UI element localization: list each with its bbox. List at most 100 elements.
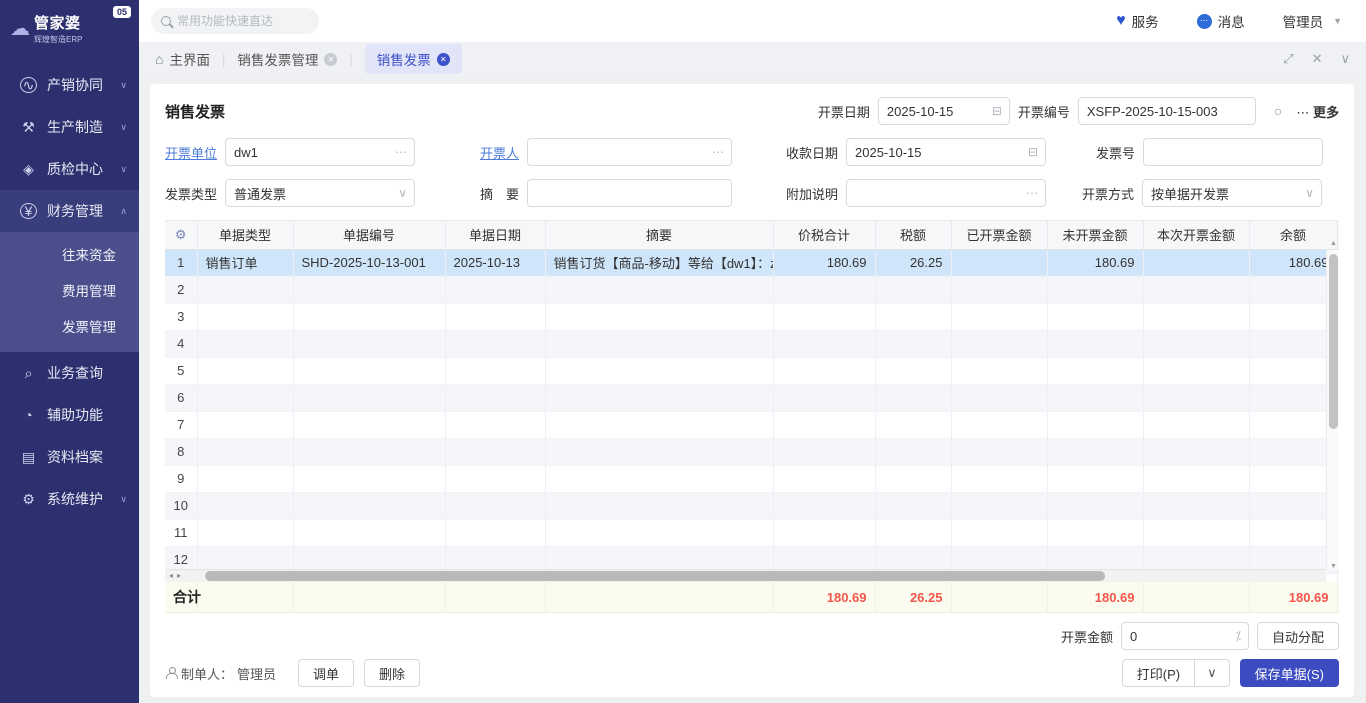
cell-date[interactable] (445, 411, 545, 438)
sidebar-item-invoice-mgmt[interactable]: 发票管理 (0, 310, 139, 346)
cell-no[interactable] (293, 330, 445, 357)
refresh-icon[interactable]: ○ (1274, 103, 1282, 119)
header-doc-date[interactable]: 单据日期 (445, 221, 545, 249)
header-uninvoiced[interactable]: 未开票金额 (1047, 221, 1143, 249)
cell-total[interactable] (773, 438, 875, 465)
more-button[interactable]: ⋯ 更多 (1296, 102, 1339, 121)
cell-invoiced[interactable] (951, 330, 1047, 357)
cell-tax[interactable] (875, 303, 951, 330)
cell-current[interactable] (1143, 519, 1249, 546)
ellipsis-picker-icon[interactable]: ⋯ (1026, 186, 1038, 200)
quick-search[interactable] (151, 8, 319, 34)
table-row[interactable]: 4 (165, 330, 1339, 357)
cell-date[interactable] (445, 465, 545, 492)
table-row[interactable]: 7 (165, 411, 1339, 438)
cell-num[interactable]: 1 (165, 249, 197, 276)
cell-invoiced[interactable] (951, 249, 1047, 276)
table-row[interactable]: 6 (165, 384, 1339, 411)
cell-current[interactable] (1143, 492, 1249, 519)
cell-tax[interactable] (875, 465, 951, 492)
sidebar-item-manufacturing[interactable]: ⚒ 生产制造 ∨ (0, 106, 139, 148)
cell-uninvoiced[interactable] (1047, 330, 1143, 357)
header-current[interactable]: 本次开票金额 (1143, 221, 1249, 249)
cell-summary[interactable] (545, 357, 773, 384)
cell-num[interactable]: 3 (165, 303, 197, 330)
chevron-down-icon[interactable]: ∨ (398, 186, 407, 200)
cell-total[interactable] (773, 357, 875, 384)
table-row[interactable]: 5 (165, 357, 1339, 384)
cell-tax[interactable] (875, 330, 951, 357)
sidebar-item-business-query[interactable]: ⌕ 业务查询 (0, 352, 139, 394)
cell-type[interactable]: 销售订单 (197, 249, 293, 276)
cell-type[interactable] (197, 384, 293, 411)
cell-date[interactable]: 2025-10-13 (445, 249, 545, 276)
cell-uninvoiced[interactable] (1047, 492, 1143, 519)
ellipsis-picker-icon[interactable]: ⋯ (712, 145, 724, 159)
cell-invoiced[interactable] (951, 276, 1047, 303)
cell-type[interactable] (197, 276, 293, 303)
cell-current[interactable] (1143, 249, 1249, 276)
billing-method-value[interactable] (1143, 186, 1321, 201)
billing-method-select[interactable]: ∨ (1142, 179, 1322, 207)
cell-summary[interactable] (545, 492, 773, 519)
cell-tax[interactable] (875, 411, 951, 438)
vertical-scrollbar[interactable]: ▲ ▼ (1326, 250, 1339, 569)
cell-current[interactable] (1143, 303, 1249, 330)
tab-home[interactable]: 主界面 (169, 49, 210, 69)
cell-total[interactable] (773, 411, 875, 438)
cell-summary[interactable] (545, 330, 773, 357)
header-summary[interactable]: 摘要 (545, 221, 773, 249)
cell-balance[interactable]: 180.69 (1249, 249, 1337, 276)
sidebar-item-aux-functions[interactable]: ◔ 辅助功能 (0, 394, 139, 436)
cell-invoiced[interactable] (951, 519, 1047, 546)
cell-current[interactable] (1143, 330, 1249, 357)
auto-assign-button[interactable]: 自动分配 (1257, 622, 1339, 650)
cell-summary[interactable] (545, 276, 773, 303)
cell-tax[interactable] (875, 357, 951, 384)
cell-balance[interactable] (1249, 276, 1337, 303)
cell-tax[interactable] (875, 438, 951, 465)
cell-date[interactable] (445, 519, 545, 546)
cell-type[interactable] (197, 303, 293, 330)
cell-summary[interactable] (545, 519, 773, 546)
table-row[interactable]: 2 (165, 276, 1339, 303)
cell-balance[interactable] (1249, 438, 1337, 465)
cell-uninvoiced[interactable] (1047, 303, 1143, 330)
header-doc-no[interactable]: 单据编号 (293, 221, 445, 249)
calendar-icon[interactable]: ⊟ (992, 104, 1002, 118)
tab-sales-invoice[interactable]: 销售发票 ✕ (365, 44, 462, 74)
cell-no[interactable]: SHD-2025-10-13-001 (293, 249, 445, 276)
receipt-date-input[interactable] (847, 145, 1045, 160)
cell-uninvoiced[interactable] (1047, 276, 1143, 303)
cell-num[interactable]: 9 (165, 465, 197, 492)
cell-num[interactable]: 5 (165, 357, 197, 384)
cell-balance[interactable] (1249, 519, 1337, 546)
expand-icon[interactable]: ⤢ (1283, 51, 1293, 67)
cell-type[interactable] (197, 438, 293, 465)
cell-date[interactable] (445, 384, 545, 411)
scroll-up-icon[interactable]: ▲ (1330, 240, 1337, 247)
cell-tax[interactable] (875, 492, 951, 519)
cell-uninvoiced[interactable] (1047, 411, 1143, 438)
header-invoiced[interactable]: 已开票金额 (951, 221, 1047, 249)
cell-balance[interactable] (1249, 411, 1337, 438)
cell-no[interactable] (293, 303, 445, 330)
recall-order-button[interactable]: 调单 (298, 659, 354, 687)
calendar-icon[interactable]: ⊟ (1028, 145, 1038, 159)
cell-no[interactable] (293, 357, 445, 384)
cell-no[interactable] (293, 438, 445, 465)
cell-balance[interactable] (1249, 303, 1337, 330)
column-settings[interactable]: ⚙ (165, 221, 197, 249)
cell-date[interactable] (445, 276, 545, 303)
cell-uninvoiced[interactable]: 180.69 (1047, 249, 1143, 276)
cell-tax[interactable]: 26.25 (875, 249, 951, 276)
cell-uninvoiced[interactable] (1047, 465, 1143, 492)
close-icon[interactable]: ✕ (1312, 51, 1323, 67)
cell-summary[interactable] (545, 384, 773, 411)
billing-unit-link[interactable]: 开票单位 (165, 143, 217, 162)
cell-num[interactable]: 11 (165, 519, 197, 546)
scroll-arrows-icon[interactable]: ◂▸ (169, 571, 185, 580)
cell-total[interactable] (773, 492, 875, 519)
cell-uninvoiced[interactable] (1047, 438, 1143, 465)
cell-no[interactable] (293, 465, 445, 492)
